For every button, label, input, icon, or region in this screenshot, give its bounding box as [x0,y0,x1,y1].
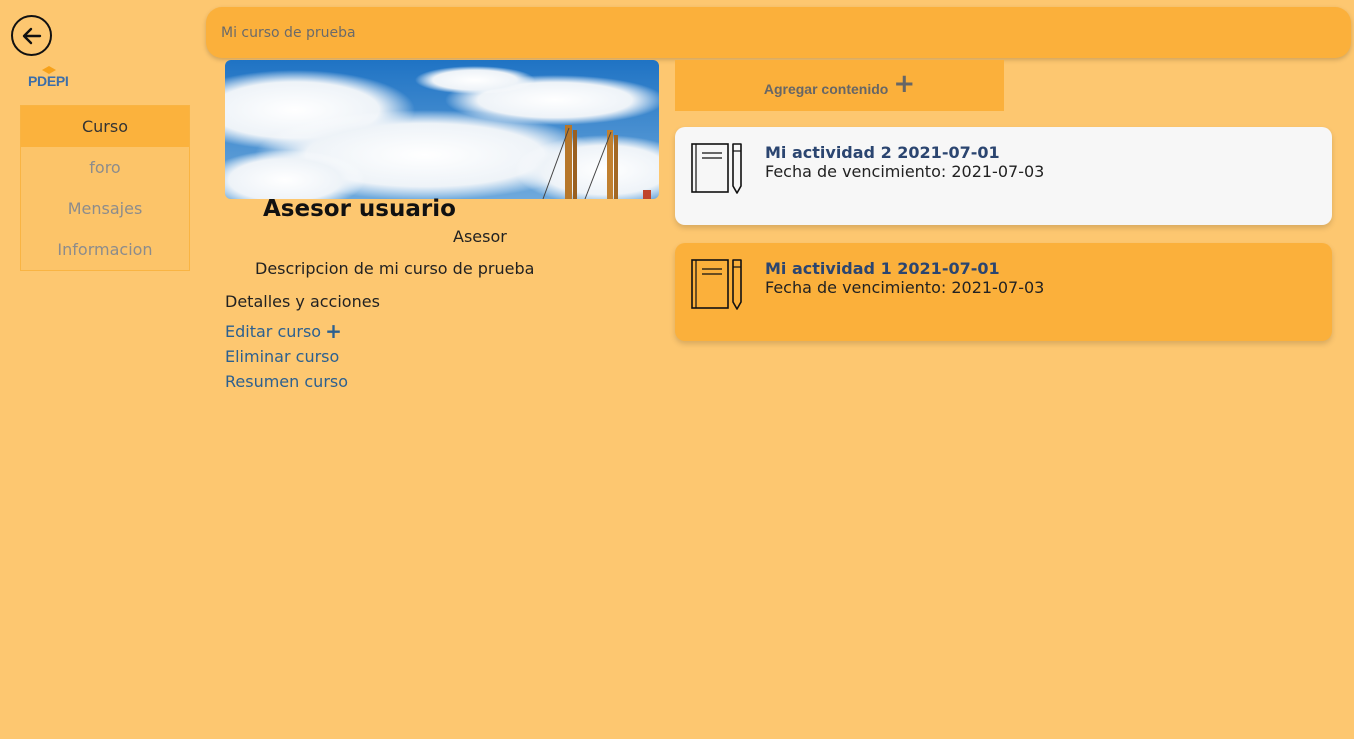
activity-card[interactable]: Mi actividad 1 2021-07-01 Fecha de venci… [675,243,1332,341]
arrow-left-icon [22,27,41,44]
course-banner-image [225,60,659,199]
plus-icon: + [325,319,342,343]
top-bar: Mi curso de prueba [206,7,1351,58]
course-owner-name: Asesor usuario [263,196,456,222]
plus-icon: + [893,68,916,99]
course-summary-link[interactable]: Resumen curso [225,372,348,391]
sidebar-menu: Curso foro Mensajes Informacion [20,105,190,271]
activity-due-date: Fecha de vencimiento: 2021-07-03 [765,278,1045,297]
sidebar-item-mensajes[interactable]: Mensajes [21,188,189,229]
logo-text: PDEPI [28,73,69,89]
edit-course-label: Editar curso [225,321,322,341]
edit-course-link[interactable]: Editar curso + [225,321,342,341]
activity-due-date: Fecha de vencimiento: 2021-07-03 [765,162,1045,181]
notebook-pencil-icon [691,259,742,310]
sidebar-item-foro[interactable]: foro [21,147,189,188]
page-title: Mi curso de prueba [221,24,356,41]
add-content-label: Agregar contenido [763,80,889,97]
sidebar-item-informacion[interactable]: Informacion [21,229,189,270]
activity-title: Mi actividad 1 2021-07-01 [765,259,1000,278]
delete-course-link[interactable]: Eliminar curso [225,347,339,366]
details-heading: Detalles y acciones [225,292,380,311]
course-owner-role: Asesor [453,227,507,246]
sidebar-item-curso[interactable]: Curso [21,106,189,147]
activity-card[interactable]: Mi actividad 2 2021-07-01 Fecha de venci… [675,127,1332,225]
logo: PDEPI [28,66,78,92]
page: PDEPI Curso foro Mensajes Informacion Mi… [0,0,1354,739]
course-description: Descripcion de mi curso de prueba [255,259,535,278]
add-content-button[interactable]: Agregar contenido + [675,60,1004,111]
back-button[interactable] [11,15,52,56]
activity-title: Mi actividad 2 2021-07-01 [765,143,1000,162]
notebook-pencil-icon [691,143,742,194]
